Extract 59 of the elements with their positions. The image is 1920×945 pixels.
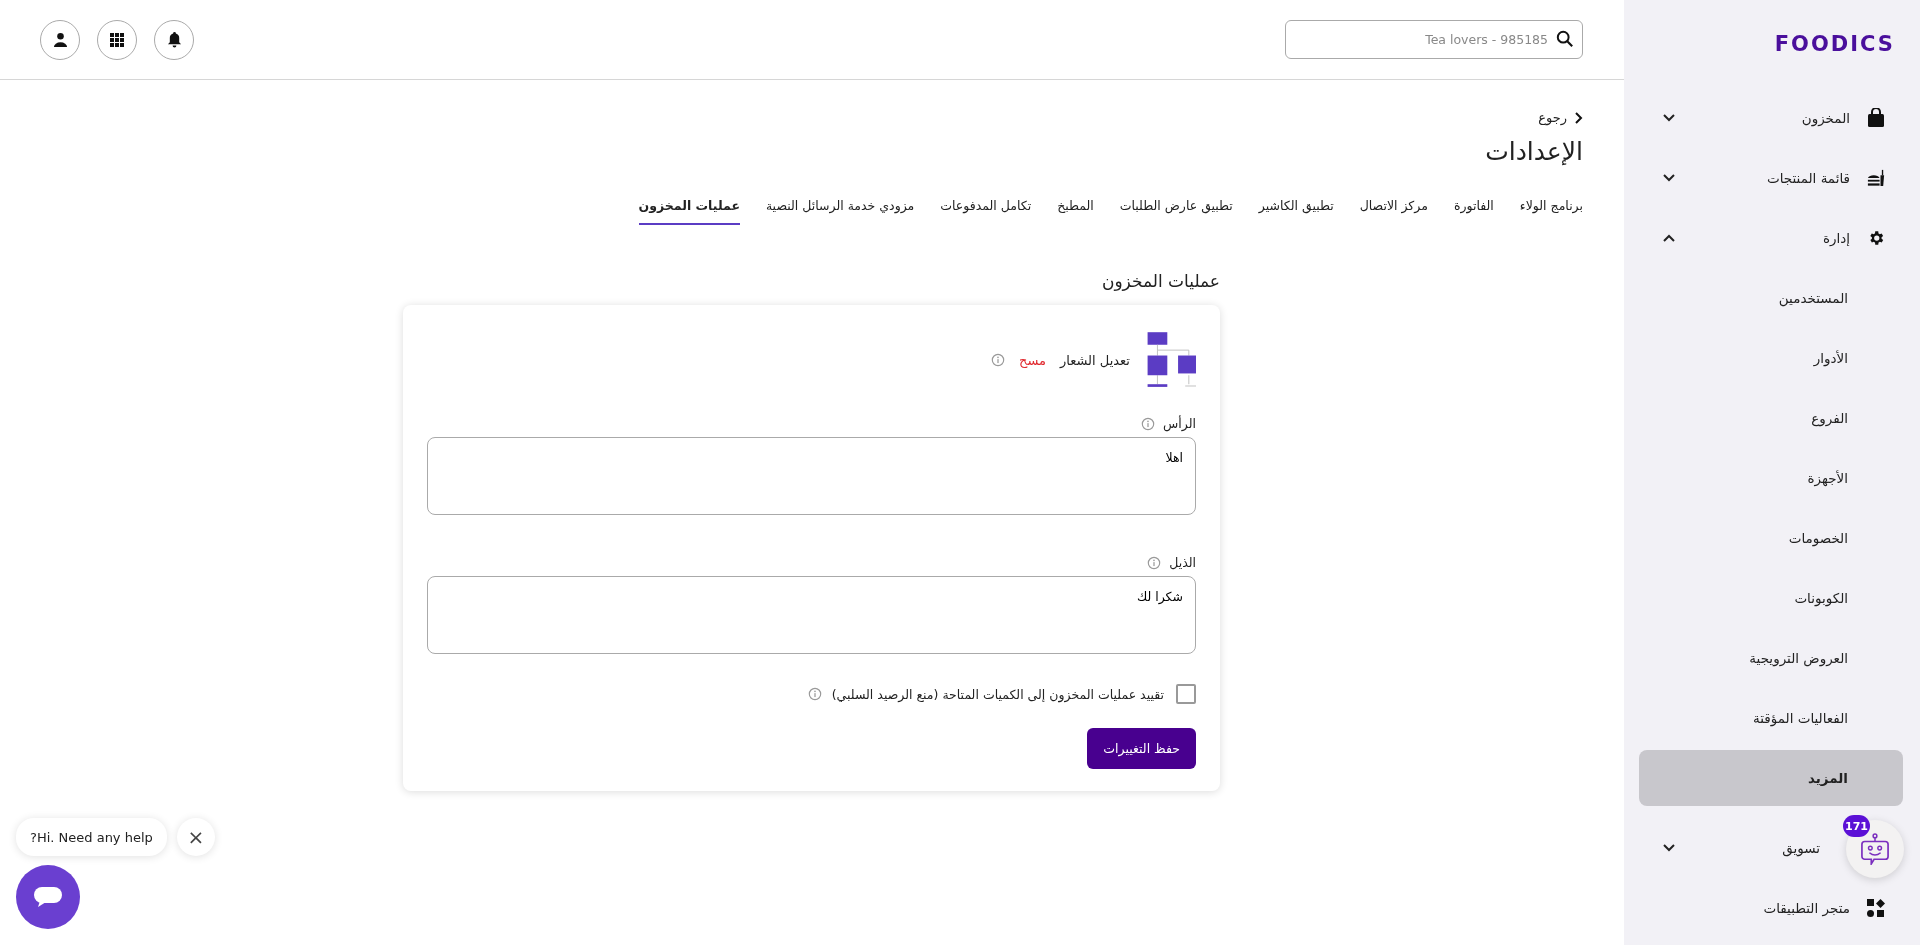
- bell-icon: [166, 31, 182, 48]
- sidebar-group[interactable]: تسويق: [1782, 840, 1820, 856]
- checkbox-label: تقييد عمليات المخزون إلى الكميات المتاحة (منع الرصيد السلبي): [831, 686, 1164, 702]
- user-icon: [52, 32, 68, 47]
- text-area[interactable]: اهلا: [427, 437, 1196, 515]
- grid-icon: [110, 32, 124, 47]
- settings-tab[interactable]: تطبيق الكاشير: [1258, 198, 1334, 225]
- chevron-right-icon: [1575, 111, 1583, 124]
- apps-grid-icon: [1867, 898, 1885, 918]
- sidebar-item[interactable]: الأجهزة: [1639, 448, 1903, 508]
- close-button[interactable]: ×: [176, 818, 215, 856]
- sidebar-group[interactable]: المخزون: [1801, 110, 1850, 126]
- sidebar-item[interactable]: الخصومات: [1639, 508, 1903, 568]
- checkbox[interactable]: [1176, 684, 1196, 704]
- sidebar-item[interactable]: المستخدمين: [1639, 268, 1903, 328]
- settings-tab[interactable]: تطبيق عارض الطلبات: [1119, 198, 1233, 225]
- chevron-up-icon[interactable]: [1663, 234, 1675, 242]
- search-icon: [1556, 30, 1574, 48]
- field-label: الذيل: [1169, 555, 1196, 570]
- shopping-bag-icon: [1867, 108, 1885, 128]
- settings-tab[interactable]: تكامل المدفوعات: [940, 198, 1032, 225]
- sidebar-item[interactable]: الفروع: [1639, 388, 1903, 448]
- back-link[interactable]: رجوع: [1538, 110, 1583, 125]
- sidebar-item[interactable]: العروض الترويجية: [1639, 628, 1903, 688]
- section-title: عمليات المخزون: [1100, 271, 1220, 291]
- sidebar-item[interactable]: الأدوار: [1639, 328, 1903, 388]
- chevron-down-icon[interactable]: [1663, 114, 1675, 122]
- burger-drink-icon: [1867, 168, 1885, 188]
- edit-logo-link[interactable]: تعديل الشعار: [1060, 352, 1130, 368]
- text-area[interactable]: شكرا لك: [427, 576, 1196, 654]
- info-icon: [1147, 555, 1162, 570]
- chevron-down-icon[interactable]: [1663, 174, 1675, 182]
- sidebar-item[interactable]: المزيد: [1639, 750, 1903, 806]
- delete-logo-link[interactable]: مسح: [1019, 352, 1046, 368]
- info-icon: [991, 353, 1006, 367]
- settings-tab[interactable]: المطبخ: [1057, 198, 1094, 225]
- back-label: رجوع: [1538, 110, 1567, 125]
- sidebar-item[interactable]: متجر التطبيقات: [1763, 900, 1850, 916]
- robot-icon: [1861, 833, 1889, 865]
- field-label: الرأس: [1163, 416, 1196, 431]
- foodics-logo: FOODICS: [1774, 32, 1895, 56]
- sidebar-item[interactable]: الفعاليات المؤقتة: [1639, 688, 1903, 748]
- page-title: الإعدادات: [1485, 137, 1583, 166]
- notification-badge: 171: [1843, 815, 1870, 837]
- chevron-down-icon[interactable]: [1663, 844, 1675, 852]
- settings-tab[interactable]: عمليات المخزون: [638, 198, 740, 225]
- settings-tab[interactable]: مركز الاتصال: [1359, 198, 1428, 225]
- chat-icon: [34, 887, 62, 907]
- sidebar-item[interactable]: الكوبونات: [1639, 568, 1903, 628]
- search-field[interactable]: Tea lovers - 985185: [1285, 20, 1583, 59]
- sidebar-group[interactable]: إدارة: [1822, 230, 1850, 246]
- settings-tab[interactable]: الفاتورة: [1453, 198, 1494, 225]
- save-button[interactable]: حفظ التغييرات: [1087, 728, 1196, 769]
- settings-tab[interactable]: مزودي خدمة الرسائل النصية: [765, 198, 915, 225]
- chat-greeting: Hi. Need any help?: [16, 818, 167, 856]
- info-icon: [807, 687, 822, 701]
- info-icon: [1141, 416, 1156, 431]
- sidebar-group[interactable]: قائمة المنتجات: [1767, 170, 1850, 186]
- settings-tab[interactable]: برنامج الولاء: [1519, 198, 1583, 225]
